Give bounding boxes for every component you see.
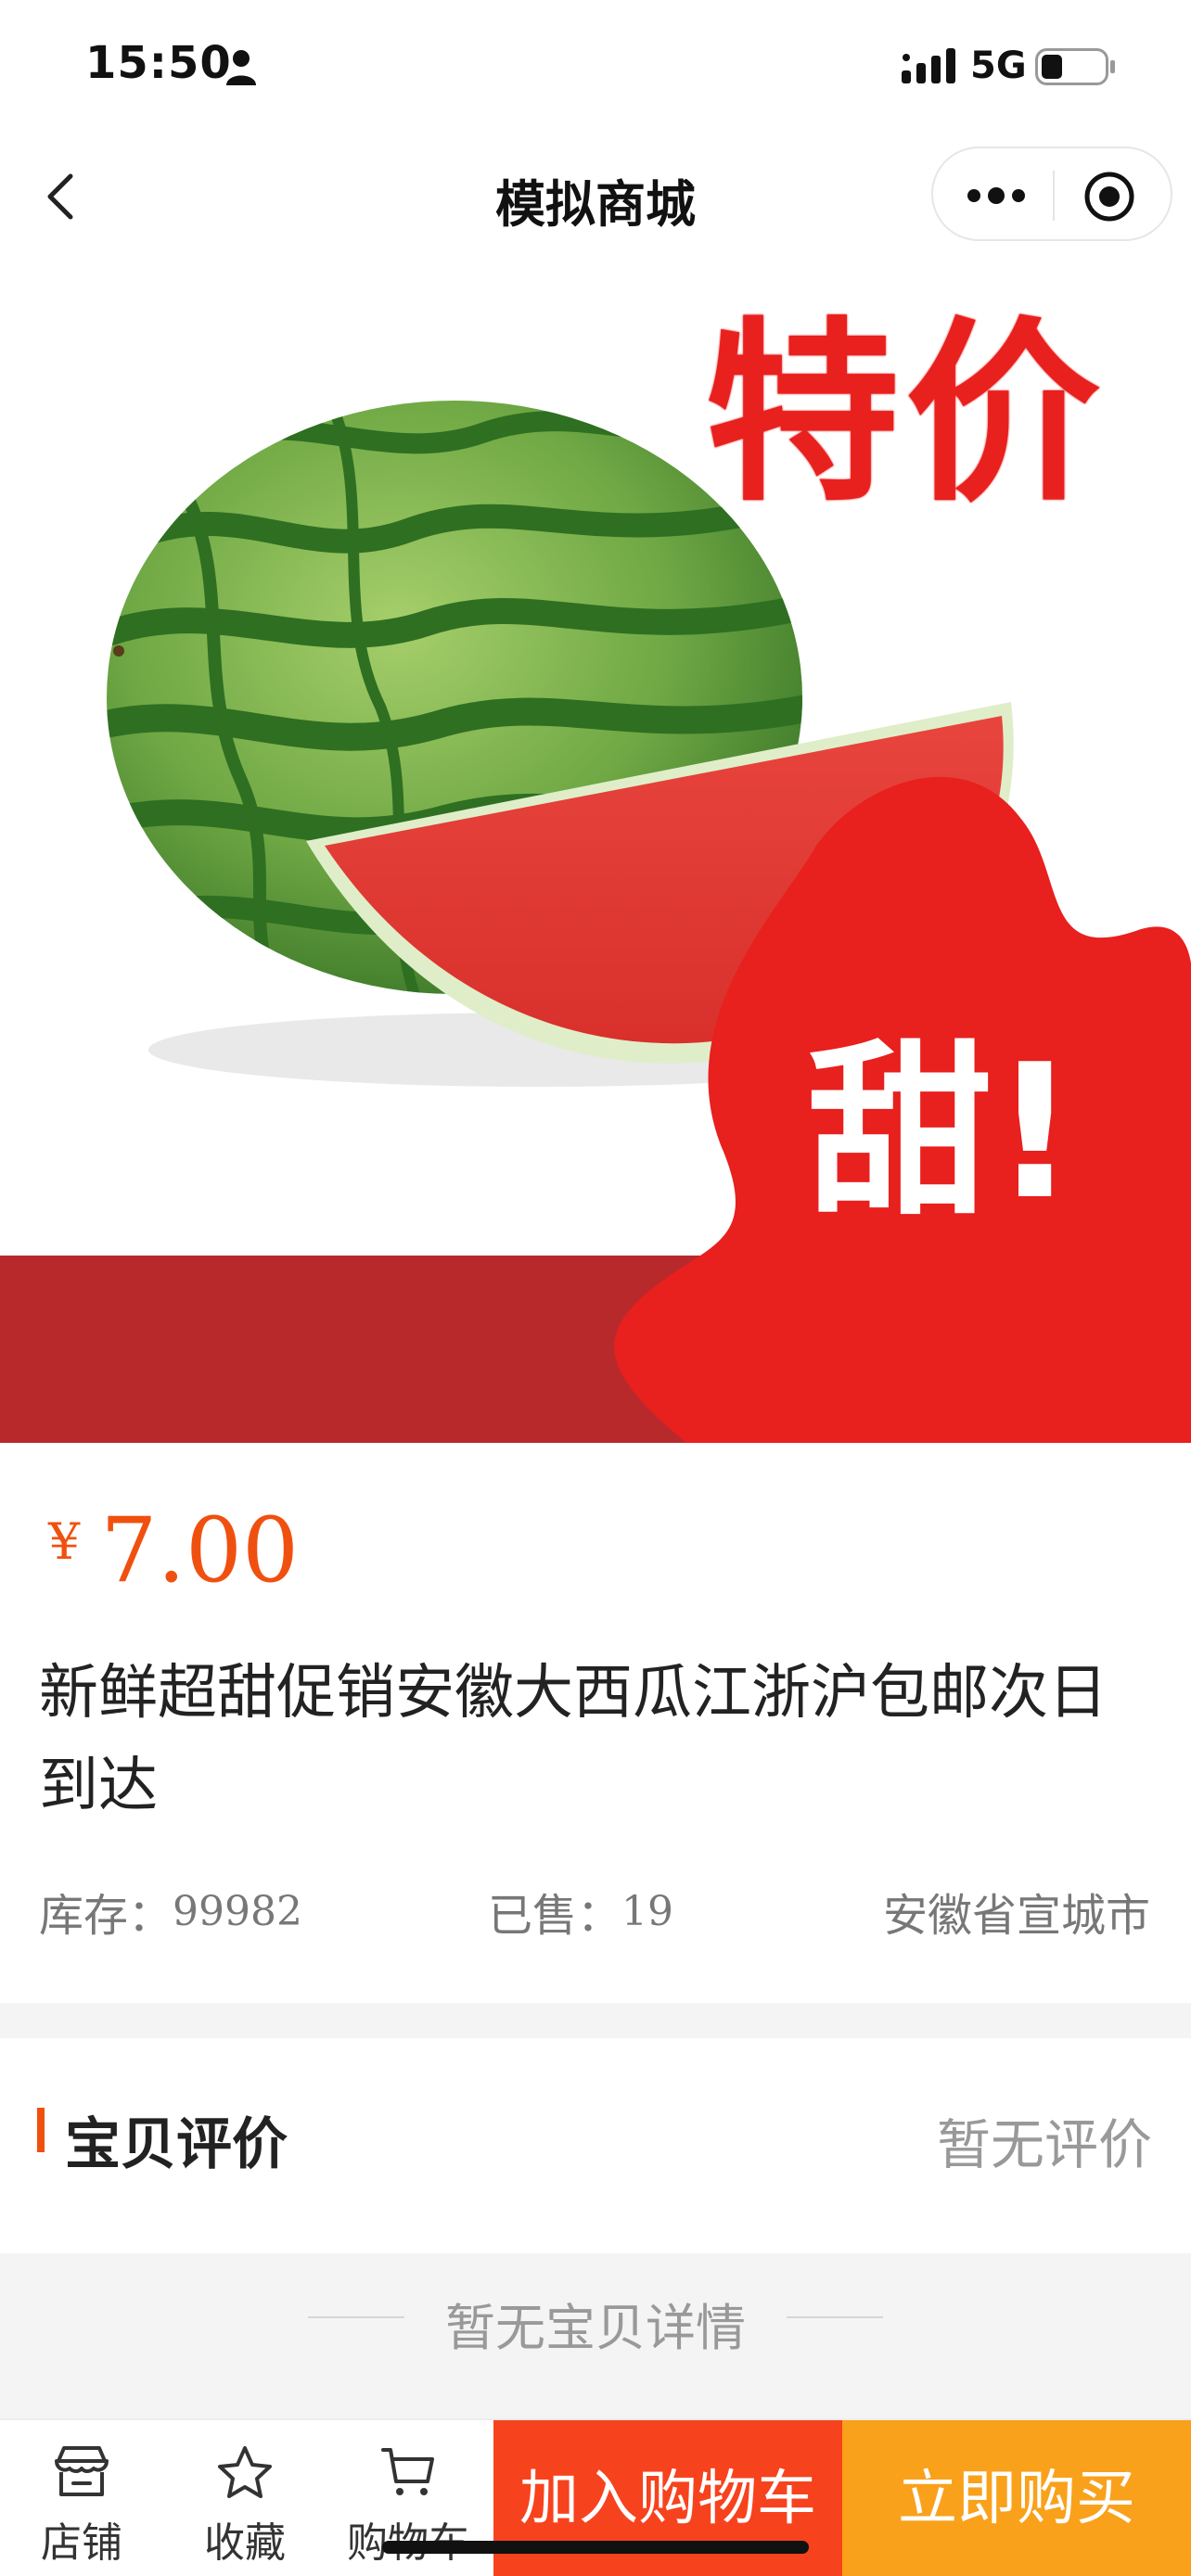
stock-label: 库存： [39, 1890, 173, 1942]
tab-cart-label: 购物车 [327, 2509, 490, 2569]
shipping-region: 安徽省宣城市 [882, 1890, 1150, 1942]
product-image: 特价 甜! [0, 261, 1191, 1443]
more-icon[interactable] [961, 172, 1031, 219]
price-amount: 7.00 [100, 1498, 300, 1602]
sold-info: 已售：19 [488, 1879, 673, 1944]
tab-shop-label: 店铺 [41, 2519, 122, 2567]
tab-favorite[interactable]: 收藏 [163, 2420, 327, 2576]
stock-info: 库存：99982 [39, 1879, 302, 1944]
tab-shop[interactable]: 店铺 [0, 2420, 163, 2576]
star-icon [218, 2446, 272, 2498]
sold-label: 已售： [488, 1890, 622, 1942]
details-section: 暂无宝贝详情 [0, 2253, 1191, 2418]
nav-bar: 模拟商城 [0, 130, 1191, 260]
badge-top-text: 特价 [702, 300, 1107, 528]
target-icon[interactable] [1082, 169, 1137, 224]
cart-icon [381, 2448, 434, 2495]
reviews-empty-link[interactable]: 暂无评价 [937, 2101, 1152, 2179]
tab-favorite-label: 收藏 [204, 2519, 286, 2567]
shop-icon [55, 2446, 109, 2496]
product-title: 新鲜超甜促销安徽大西瓜江浙沪包邮次日到达 [39, 1659, 1108, 1820]
mini-program-capsule [931, 147, 1172, 241]
section-divider [0, 2003, 1191, 2038]
product-price: ¥7.00 [48, 1498, 299, 1602]
stock-value: 99982 [173, 1888, 302, 1935]
reviews-section: 宝贝评价 暂无评价 [0, 2038, 1191, 2253]
reviews-title: 宝贝评价 [65, 2112, 288, 2177]
badge-bottom-text: 甜! [804, 1025, 1079, 1241]
person-icon [226, 50, 256, 85]
capsule-divider [1053, 171, 1055, 221]
network-label: 5G [970, 45, 1027, 87]
section-accent-bar [37, 2108, 45, 2152]
status-time: 15:50 [85, 37, 232, 89]
battery-icon [1035, 48, 1115, 85]
currency-symbol: ¥ [48, 1512, 81, 1571]
buy-now-button[interactable]: 立即购买 [842, 2420, 1191, 2576]
sold-value: 19 [621, 1888, 674, 1935]
status-bar: 15:50 5G [0, 0, 1191, 130]
product-info: ¥7.00 新鲜超甜促销安徽大西瓜江浙沪包邮次日到达 库存：99982 已售：1… [0, 1443, 1191, 2003]
details-empty-text: 暂无宝贝详情 [445, 2299, 746, 2357]
signal-icon [902, 48, 955, 83]
home-indicator [382, 2541, 809, 2554]
divider-line-right [787, 2316, 883, 2318]
